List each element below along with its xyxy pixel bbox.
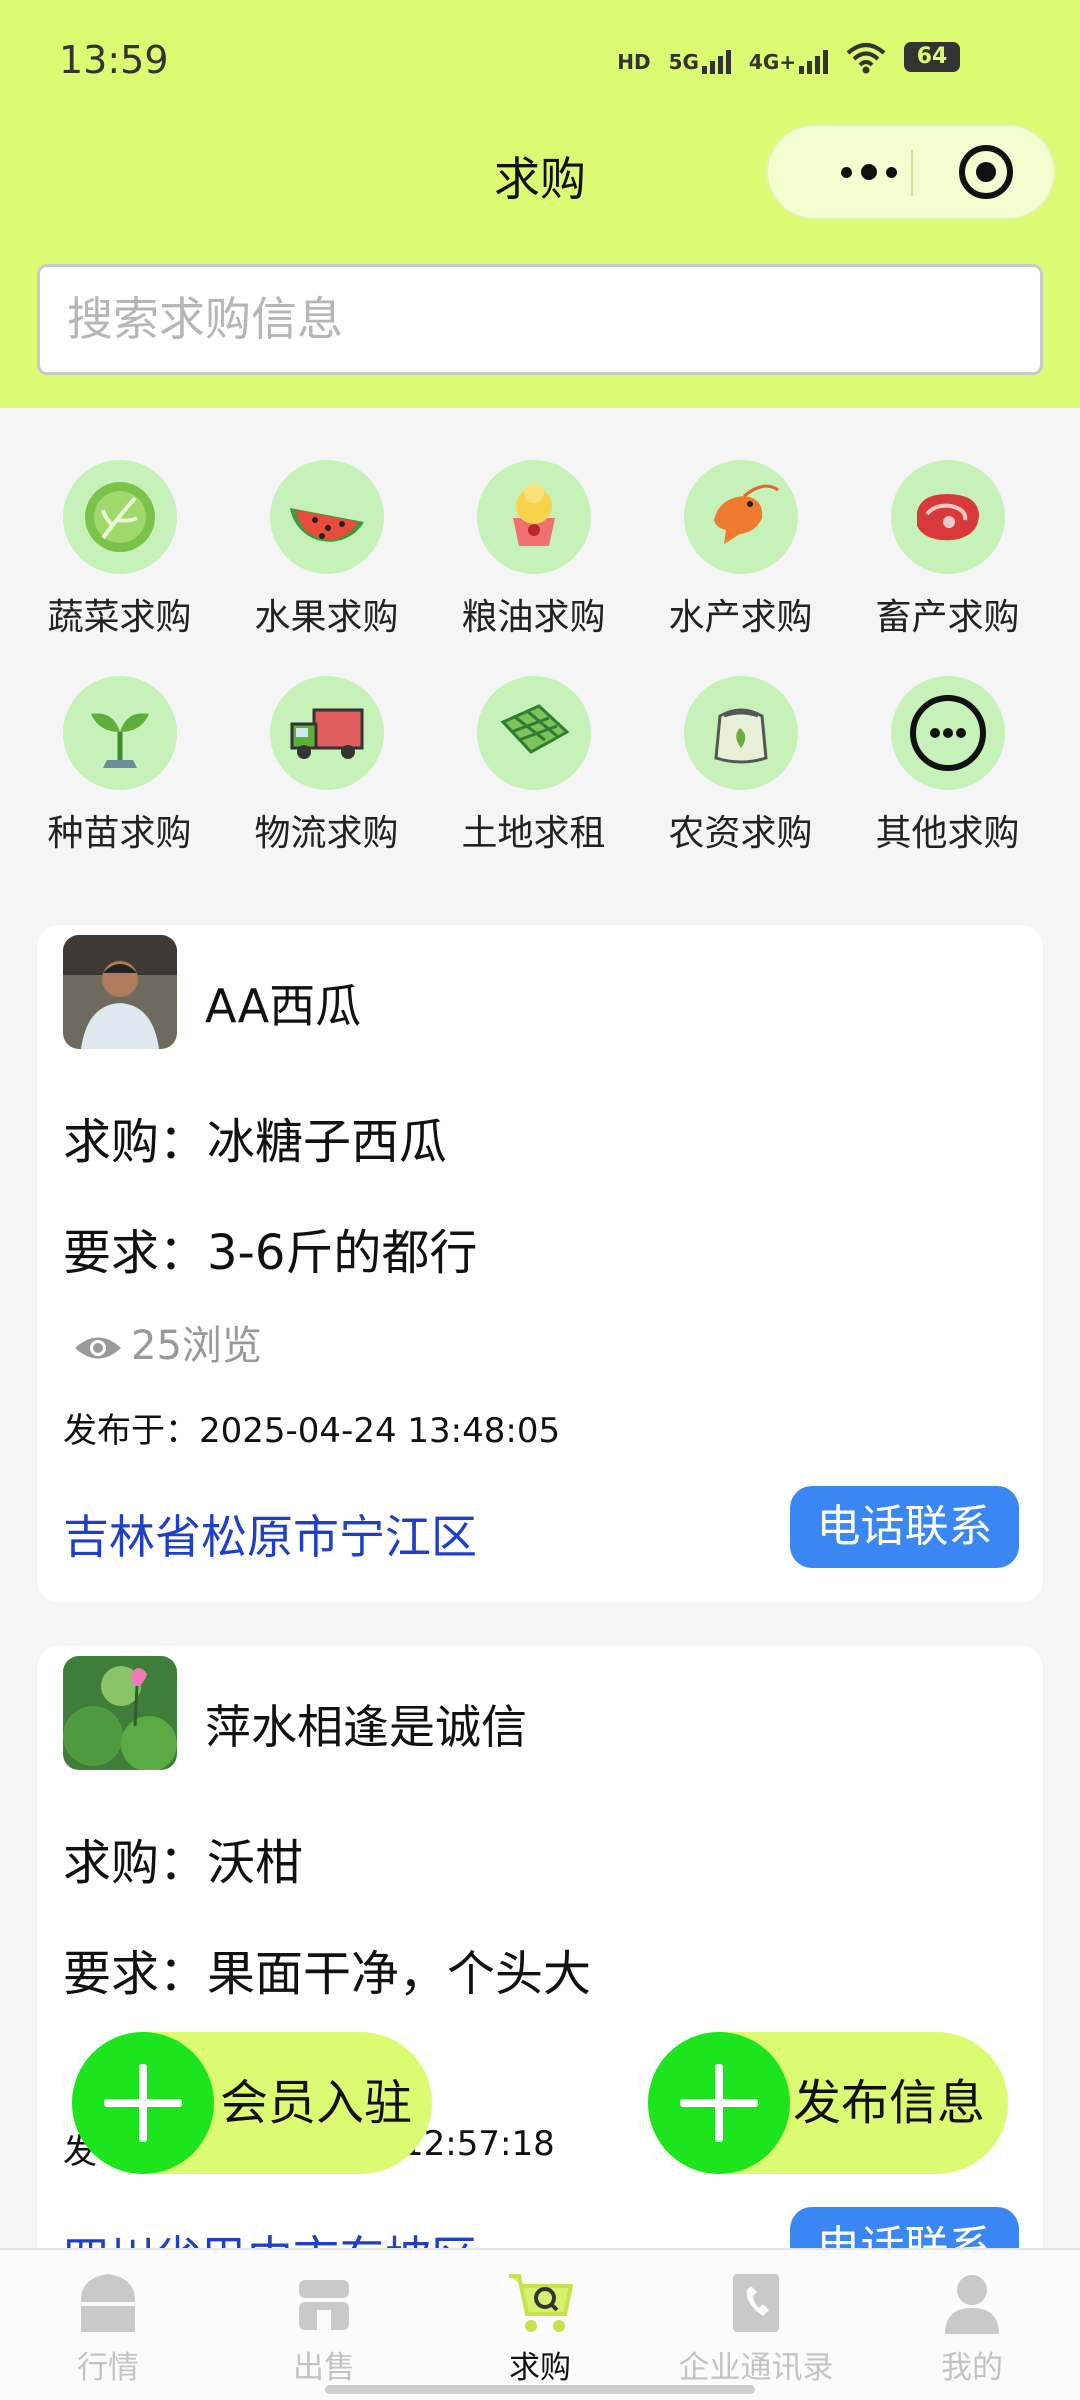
tab-enterprise-directory[interactable]: 企业通讯录 — [648, 2250, 864, 2400]
location-link[interactable]: 吉林省松原市宁江区 — [63, 1501, 477, 1567]
publish-time: 发布于：2025-04-24 13:48:05 — [63, 1411, 561, 1451]
cabbage-icon — [62, 460, 177, 574]
profile-icon — [939, 2270, 1005, 2336]
purchase-requirement: 要求：果面干净，个头大 — [63, 1946, 592, 2002]
category-aquatic[interactable]: 水产求购 — [637, 460, 844, 640]
avatar[interactable] — [63, 935, 177, 1049]
category-land[interactable]: 土地求租 — [430, 676, 637, 856]
call-button[interactable]: 电话联系 — [790, 1486, 1019, 1568]
more-icon[interactable] — [804, 126, 934, 218]
plus-icon — [72, 2032, 214, 2174]
market-icon — [75, 2270, 141, 2336]
status-time: 13:59 — [59, 38, 169, 82]
fertilizer-sack-icon — [683, 676, 798, 790]
publish-info-button[interactable]: 发布信息 — [648, 2032, 1008, 2174]
meat-icon — [890, 460, 1005, 574]
member-join-button[interactable]: 会员入驻 — [72, 2032, 432, 2174]
truck-icon — [269, 676, 384, 790]
status-bar: 13:59 HD 5G 4G+ 64 — [0, 0, 1080, 125]
close-target-icon[interactable] — [959, 145, 1013, 199]
category-livestock[interactable]: 畜产求购 — [844, 460, 1051, 640]
land-icon — [476, 676, 591, 790]
view-count: 25浏览 — [73, 1313, 262, 1371]
5g-signal-icon: 5G — [669, 40, 731, 74]
wifi-icon — [846, 40, 886, 74]
more-icon — [890, 676, 1005, 790]
mini-program-capsule — [766, 124, 1056, 220]
search-input[interactable]: 搜索求购信息 — [37, 264, 1043, 375]
address-book-icon — [723, 2270, 789, 2336]
plus-icon — [648, 2032, 790, 2174]
status-icons: HD 5G 4G+ 64 — [617, 40, 960, 74]
eye-icon — [73, 1327, 123, 1359]
bottom-tab-bar: 行情 出售 求购 企业通讯录 我的 — [0, 2248, 1080, 2400]
cart-search-icon — [507, 2270, 574, 2336]
category-fruit[interactable]: 水果求购 — [223, 460, 430, 640]
shop-icon — [291, 2270, 357, 2336]
shrimp-icon — [683, 460, 798, 574]
tab-mine[interactable]: 我的 — [864, 2250, 1080, 2400]
category-logistics[interactable]: 物流求购 — [223, 676, 430, 856]
user-name: 萍水相逢是诚信 — [205, 1700, 527, 1754]
category-vegetable[interactable]: 蔬菜求购 — [16, 460, 223, 640]
watermelon-icon — [269, 460, 384, 574]
category-seedling[interactable]: 种苗求购 — [16, 676, 223, 856]
header: 13:59 HD 5G 4G+ 64 求购 搜索求购信息 — [0, 0, 1080, 408]
hd-icon: HD — [617, 50, 651, 74]
tab-purchase[interactable]: 求购 — [432, 2250, 648, 2400]
tab-market[interactable]: 行情 — [0, 2250, 216, 2400]
seedling-icon — [62, 676, 177, 790]
battery-icon: 64 — [904, 42, 960, 72]
capsule-divider — [911, 150, 913, 196]
category-grain-oil[interactable]: 粮油求购 — [430, 460, 637, 640]
purchase-item: 求购：冰糖子西瓜 — [63, 1114, 448, 1170]
purchase-item: 求购：沃柑 — [63, 1835, 304, 1891]
home-indicator — [325, 2385, 755, 2394]
category-other[interactable]: 其他求购 — [844, 676, 1051, 856]
user-name: AA西瓜 — [205, 979, 362, 1033]
grain-oil-icon — [476, 460, 591, 574]
purchase-requirement: 要求：3-6斤的都行 — [63, 1225, 478, 1281]
category-agri-supplies[interactable]: 农资求购 — [637, 676, 844, 856]
4g-signal-icon: 4G+ — [749, 40, 828, 74]
tab-sell[interactable]: 出售 — [216, 2250, 432, 2400]
avatar[interactable] — [63, 1656, 177, 1770]
listing-card[interactable]: AA西瓜 求购：冰糖子西瓜 要求：3-6斤的都行 25浏览 发布于：2025-0… — [37, 925, 1043, 1602]
